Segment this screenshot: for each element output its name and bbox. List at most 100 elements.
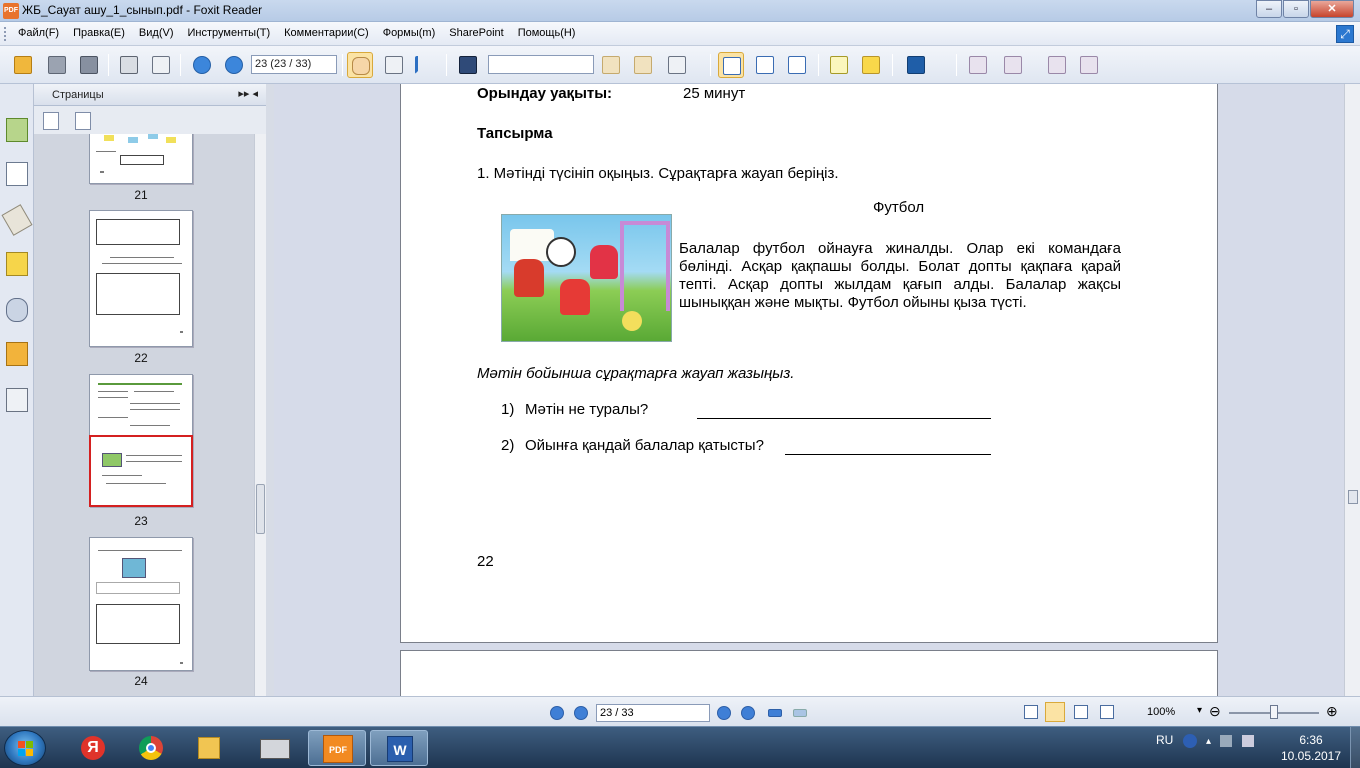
clock[interactable]: 6:36 10.05.2017 bbox=[1276, 732, 1346, 764]
story-title: Футбол bbox=[873, 199, 925, 216]
close-button[interactable]: ✕ bbox=[1310, 0, 1354, 18]
single-page-icon[interactable] bbox=[1024, 705, 1038, 719]
actual-size-button[interactable] bbox=[718, 52, 744, 78]
tray-expand-icon[interactable]: ▴ bbox=[1206, 736, 1211, 747]
next-page-button[interactable] bbox=[221, 52, 247, 78]
typewriter-button[interactable] bbox=[826, 52, 852, 78]
find-next-button[interactable] bbox=[630, 52, 656, 78]
layers-icon[interactable] bbox=[1, 204, 33, 236]
go-back-icon[interactable] bbox=[768, 709, 782, 717]
language-indicator[interactable]: RU bbox=[1156, 733, 1173, 747]
pdf-export-button[interactable] bbox=[1000, 52, 1026, 78]
thumbnail-page-24[interactable] bbox=[89, 537, 193, 671]
help-icon[interactable] bbox=[1182, 733, 1197, 748]
document-scroll-thumb[interactable] bbox=[1348, 490, 1358, 504]
attachments-icon[interactable] bbox=[6, 298, 28, 322]
last-page-icon[interactable] bbox=[741, 706, 755, 720]
menu-comments[interactable]: Комментарии(C) bbox=[284, 27, 369, 39]
document-scrollbar[interactable] bbox=[1344, 84, 1360, 696]
save-button[interactable] bbox=[44, 52, 70, 78]
pdf-combine-button[interactable] bbox=[1076, 52, 1102, 78]
note-button[interactable] bbox=[858, 52, 884, 78]
find-prev-button[interactable] bbox=[598, 52, 624, 78]
panel-collapse-arrows[interactable]: ▸▸ ◂ bbox=[238, 87, 258, 100]
menu-forms[interactable]: Формы(m) bbox=[383, 27, 436, 39]
network-icon[interactable] bbox=[1220, 734, 1233, 747]
next-pdf-page bbox=[400, 650, 1218, 696]
zoom-level[interactable]: 100% bbox=[1147, 706, 1175, 718]
bookmarks-icon[interactable] bbox=[6, 118, 28, 142]
thumbnail-page-22[interactable] bbox=[89, 210, 193, 347]
thumbnail-page-21[interactable] bbox=[89, 134, 193, 184]
taskbar-word[interactable]: W bbox=[370, 730, 428, 766]
select-text-button[interactable] bbox=[381, 52, 407, 78]
pdf-scan-button[interactable] bbox=[1044, 52, 1070, 78]
volume-icon[interactable] bbox=[1241, 734, 1254, 747]
enlarge-thumbnails-icon[interactable] bbox=[43, 112, 59, 130]
menu-file[interactable]: Файл(F) bbox=[18, 27, 59, 39]
note-comment-icon bbox=[862, 56, 880, 74]
thumbnails-scroll-thumb[interactable] bbox=[256, 484, 265, 534]
comments-icon[interactable] bbox=[6, 252, 28, 276]
menu-edit[interactable]: Правка(E) bbox=[73, 27, 125, 39]
menu-help[interactable]: Помощь(H) bbox=[518, 27, 576, 39]
create-pdf-button[interactable] bbox=[965, 52, 991, 78]
security-lock-icon[interactable] bbox=[6, 342, 28, 366]
prev-page-icon[interactable] bbox=[574, 706, 588, 720]
minimize-button[interactable]: – bbox=[1256, 0, 1282, 18]
continuous-facing-icon[interactable] bbox=[1100, 705, 1114, 719]
select-arrow-icon bbox=[415, 56, 433, 74]
next-page-icon[interactable] bbox=[717, 706, 731, 720]
menu-sharepoint[interactable]: SharePoint bbox=[449, 27, 503, 39]
pdf-scan-icon bbox=[1048, 56, 1066, 74]
signature-icon[interactable] bbox=[6, 388, 28, 412]
go-forward-icon[interactable] bbox=[793, 709, 807, 717]
restore-window-icon[interactable]: ⤢ bbox=[1336, 25, 1354, 43]
zoom-out-icon[interactable]: ⊖ bbox=[1209, 703, 1221, 720]
thumbnails-scrollbar[interactable] bbox=[254, 134, 266, 696]
printer-icon bbox=[260, 739, 290, 759]
save-as-button[interactable] bbox=[76, 52, 102, 78]
find-button[interactable] bbox=[455, 52, 481, 78]
panel-splitter[interactable] bbox=[266, 84, 274, 696]
fit-page-button[interactable] bbox=[752, 52, 778, 78]
zoom-slider-knob[interactable] bbox=[1270, 705, 1278, 719]
typewriter-icon bbox=[830, 56, 848, 74]
taskbar-chrome[interactable] bbox=[122, 730, 180, 766]
start-button[interactable] bbox=[4, 730, 46, 766]
menu-view[interactable]: Вид(V) bbox=[139, 27, 174, 39]
thumbnail-page-23[interactable] bbox=[89, 374, 193, 507]
facing-pages-icon[interactable] bbox=[1074, 705, 1088, 719]
search-input[interactable] bbox=[488, 55, 594, 74]
fit-width-button[interactable] bbox=[784, 52, 810, 78]
pages-icon[interactable] bbox=[6, 162, 28, 186]
continuous-page-icon[interactable] bbox=[1045, 702, 1065, 722]
page-number-field[interactable]: 23 (23 / 33) bbox=[251, 55, 337, 74]
taskbar-foxit-reader[interactable]: PDF bbox=[308, 730, 366, 766]
reduce-thumbnails-icon[interactable] bbox=[75, 112, 91, 130]
show-desktop-button[interactable] bbox=[1350, 727, 1360, 768]
first-page-icon[interactable] bbox=[550, 706, 564, 720]
taskbar-explorer[interactable] bbox=[180, 730, 238, 766]
print-button[interactable] bbox=[116, 52, 142, 78]
save-icon bbox=[48, 56, 66, 74]
open-button[interactable] bbox=[10, 52, 36, 78]
taskbar-printer[interactable] bbox=[246, 730, 304, 766]
answer-line-2 bbox=[785, 454, 991, 455]
hand-tool-button[interactable] bbox=[347, 52, 373, 78]
page-navigation-field[interactable]: 23 / 33 bbox=[596, 704, 710, 722]
thumbnail-label-23: 23 bbox=[134, 514, 148, 528]
maximize-button[interactable]: ▫ bbox=[1283, 0, 1309, 18]
properties-button[interactable] bbox=[148, 52, 174, 78]
zoom-dropdown-icon[interactable]: ▾ bbox=[1197, 705, 1202, 716]
thumbnail-label-22: 22 bbox=[134, 351, 148, 365]
select-arrow-button[interactable] bbox=[411, 52, 437, 78]
foxit-app-icon[interactable]: PDF bbox=[3, 3, 19, 19]
taskbar-yandex-browser[interactable]: Я bbox=[64, 730, 122, 766]
find-options-button[interactable] bbox=[664, 52, 690, 78]
menu-tools[interactable]: Инструменты(T) bbox=[188, 27, 271, 39]
zoom-in-icon[interactable]: ⊕ bbox=[1326, 703, 1338, 720]
foxit-logo-button[interactable] bbox=[903, 52, 929, 78]
prev-page-button[interactable] bbox=[189, 52, 215, 78]
pdf-export-icon bbox=[1004, 56, 1022, 74]
